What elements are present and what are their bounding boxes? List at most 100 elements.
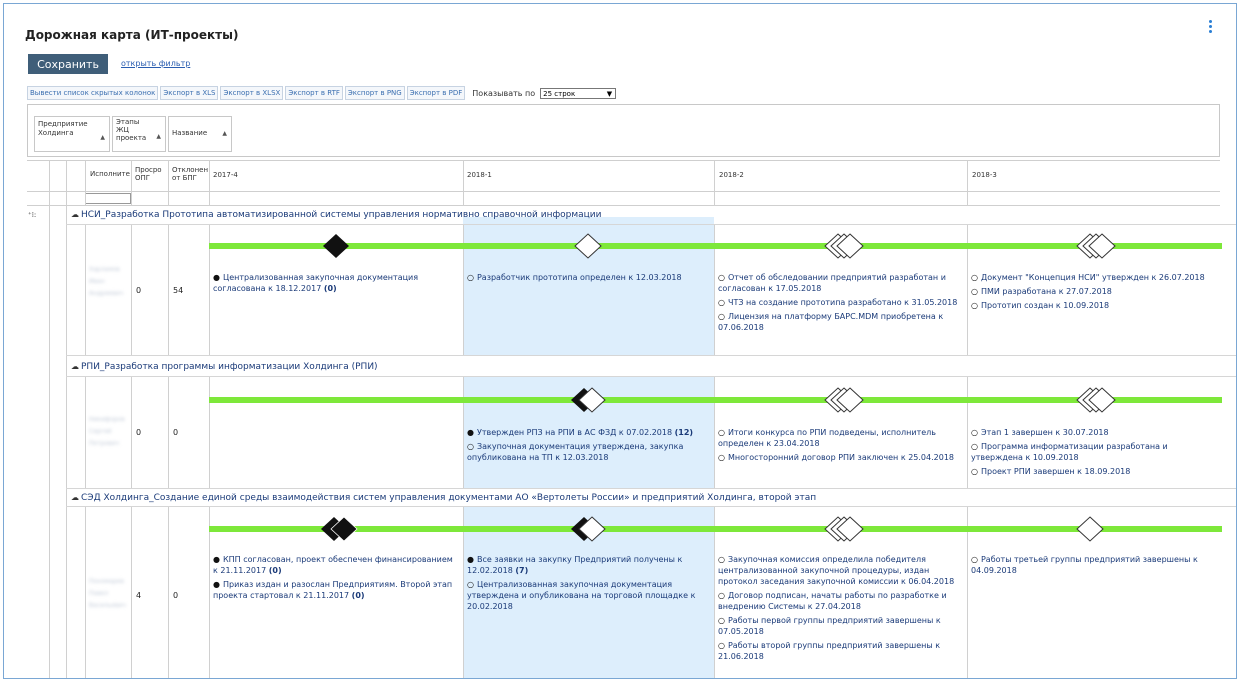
milestone-open-icon: ○ <box>467 580 474 589</box>
group-chip-name[interactable]: Название ▲ <box>168 116 232 152</box>
milestone-item[interactable]: ● Утвержден РПЗ на РПИ в АС ФЗД к 07.02.2… <box>467 427 712 438</box>
milestone-item[interactable]: ○ Работы второй группы предприятий заверш… <box>718 640 963 662</box>
column-header-q-2017-4[interactable]: 2017-4 <box>213 171 238 179</box>
export-png-button[interactable]: Экспорт в PNG <box>344 86 405 100</box>
milestone-item[interactable]: ○ Документ "Концепция НСИ" утвержден к 26… <box>971 272 1216 283</box>
milestone-diamond-group-icon[interactable] <box>824 387 864 413</box>
milestone-text: Централизованная закупочная документация… <box>467 580 696 611</box>
group-expand-icon[interactable]: ⁺⁞: <box>28 211 36 219</box>
grid-line <box>168 160 169 206</box>
milestone-list-q3: ○ Итоги конкурса по РПИ подведены, исполн… <box>718 427 963 466</box>
milestone-item[interactable]: ○ Этап 1 завершен к 30.07.2018 <box>971 427 1216 438</box>
row-separator <box>66 488 1236 489</box>
milestone-item[interactable]: ○ Многосторонний договор РПИ заключен к 2… <box>718 452 963 463</box>
milestone-item[interactable]: ○ Прототип создан к 10.09.2018 <box>971 300 1216 311</box>
milestone-open-icon: ○ <box>971 428 978 437</box>
milestone-item[interactable]: ○ Итоги конкурса по РПИ подведены, исполн… <box>718 427 963 449</box>
column-header-executor[interactable]: Исполните <box>90 170 130 178</box>
milestone-list-q3: ○ Отчет об обследовании предприятий разра… <box>718 272 963 336</box>
milestone-done-icon: ● <box>213 555 220 564</box>
milestone-item[interactable]: ● Централизованная закупочная документаци… <box>213 272 458 294</box>
milestone-item[interactable]: ○ Закупочная комиссия определила победите… <box>718 554 963 587</box>
milestone-text: Закупочная комиссия определила победител… <box>718 555 955 586</box>
more-menu-icon[interactable] <box>1209 18 1212 35</box>
milestone-diamond-icon[interactable] <box>1076 516 1104 542</box>
milestone-diamond-group-icon[interactable] <box>1076 233 1116 259</box>
show-hidden-columns-button[interactable]: Вывести список скрытых колонок <box>27 86 159 100</box>
milestone-list-q1: ● КПП согласован, проект обеспечен финанс… <box>213 554 458 604</box>
milestone-item[interactable]: ○ Централизованная закупочная документаци… <box>467 579 712 612</box>
milestone-text: Документ "Концепция НСИ" утвержден к 26.… <box>980 273 1205 282</box>
milestone-item[interactable]: ○ ПМИ разработана к 27.07.2018 <box>971 286 1216 297</box>
project-title[interactable]: ☁ НСИ_Разработка Прототипа автоматизирова… <box>71 210 602 220</box>
milestone-diamond-group-icon[interactable] <box>570 387 606 413</box>
column-header-q-2018-2[interactable]: 2018-2 <box>719 171 744 179</box>
group-chip-label: проекта <box>116 134 147 142</box>
open-filter-link[interactable]: открыть фильтр <box>121 59 190 68</box>
project-title[interactable]: ☁ РПИ_Разработка программы информатизации… <box>71 362 378 372</box>
milestone-item[interactable]: ○ Проект РПИ завершен к 18.09.2018 <box>971 466 1216 477</box>
executor-filter-input[interactable] <box>85 193 131 204</box>
project-title-text: НСИ_Разработка Прототипа автоматизирован… <box>81 210 602 220</box>
milestone-open-icon: ○ <box>718 428 725 437</box>
milestone-item[interactable]: ○ Работы третьей группы предприятий завер… <box>971 554 1216 576</box>
export-xls-button[interactable]: Экспорт в XLS <box>160 86 219 100</box>
milestone-item[interactable]: ○ Договор подписан, начаты работы по разр… <box>718 590 963 612</box>
grid-line <box>967 160 968 206</box>
milestone-open-icon: ○ <box>718 555 725 564</box>
milestone-item[interactable]: ● КПП согласован, проект обеспечен финанс… <box>213 554 458 576</box>
milestone-text: Приказ издан и разослан Предприятиям. Вт… <box>213 580 453 600</box>
milestone-text: Закупочная документация утверждена, заку… <box>467 442 684 462</box>
milestone-item[interactable]: ○ Отчет об обследовании предприятий разра… <box>718 272 963 294</box>
export-pdf-button[interactable]: Экспорт в PDF <box>406 86 466 100</box>
milestone-diamond-icon[interactable] <box>574 233 602 259</box>
grid-line <box>85 376 86 488</box>
export-toolbar: Вывести список скрытых колонок Экспорт в… <box>27 86 617 100</box>
milestone-open-icon: ○ <box>971 467 978 476</box>
grid-line <box>168 506 169 678</box>
project-group-icon: ☁ <box>71 362 79 371</box>
milestone-item[interactable]: ● Приказ издан и разослан Предприятиям. В… <box>213 579 458 601</box>
milestone-text: Централизованная закупочная документация… <box>213 273 419 293</box>
timeline-bar <box>209 526 1222 532</box>
column-header-overdue-line: ОПГ <box>135 174 151 182</box>
column-header-q-2018-1[interactable]: 2018-1 <box>467 171 492 179</box>
column-header-q-2018-3[interactable]: 2018-3 <box>972 171 997 179</box>
milestone-item[interactable]: ○ Закупочная документация утверждена, зак… <box>467 441 712 463</box>
deviation-value: 54 <box>173 286 184 295</box>
group-chip-label: Название <box>172 129 208 137</box>
export-xlsx-button[interactable]: Экспорт в XLSX <box>220 86 284 100</box>
milestone-open-icon: ○ <box>718 591 725 600</box>
sort-asc-icon: ▲ <box>156 133 161 140</box>
milestone-item[interactable]: ○ Лицензия на платформу БАРС.MDM приобрет… <box>718 311 963 333</box>
milestone-diamond-group-icon[interactable] <box>1076 387 1116 413</box>
save-button[interactable]: Сохранить <box>28 54 108 74</box>
page-size-value: 25 строк <box>543 89 576 98</box>
milestone-diamond-group-icon[interactable] <box>320 516 358 542</box>
column-header-deviation[interactable]: Отклонен от БПГ <box>172 166 208 182</box>
project-title[interactable]: ☁ СЭД Холдинга_Создание единой среды взаи… <box>71 493 816 503</box>
milestone-text: Проект РПИ завершен к 18.09.2018 <box>980 467 1131 476</box>
milestone-diamond-icon[interactable] <box>322 233 350 259</box>
milestone-diamond-group-icon[interactable] <box>824 233 864 259</box>
row-separator <box>66 355 1236 356</box>
milestone-item[interactable]: ● Все заявки на закупку Предприятий получ… <box>467 554 712 576</box>
milestone-list-q2: ● Утвержден РПЗ на РПИ в АС ФЗД к 07.02.2… <box>467 427 712 466</box>
milestone-text: Работы первой группы предприятий заверше… <box>718 616 941 636</box>
group-chip-label: Предприятие <box>38 120 88 128</box>
group-chip-enterprise[interactable]: Предприятие Холдинга ▲ <box>34 116 110 152</box>
grid-line <box>209 376 210 488</box>
milestone-item[interactable]: ○ ЧТЗ на создание прототипа разработано к… <box>718 297 963 308</box>
milestone-item[interactable]: ○ Работы первой группы предприятий заверш… <box>718 615 963 637</box>
grid-line <box>168 376 169 488</box>
milestone-item[interactable]: ○ Разработчик прототипа определен к 12.03… <box>467 272 712 283</box>
milestone-diamond-group-icon[interactable] <box>824 516 864 542</box>
page-size-select[interactable]: 25 строк ▼ <box>540 87 617 99</box>
column-header-overdue[interactable]: Просро ОПГ <box>135 166 162 182</box>
deviation-value: 0 <box>173 428 179 437</box>
milestone-text: Многосторонний договор РПИ заключен к 25… <box>727 453 954 462</box>
group-chip-stages[interactable]: Этапы ЖЦ проекта ▲ <box>112 116 166 152</box>
milestone-diamond-group-icon[interactable] <box>570 516 606 542</box>
export-rtf-button[interactable]: Экспорт в RTF <box>285 86 343 100</box>
milestone-item[interactable]: ○ Программа информатизации разработана и … <box>971 441 1216 463</box>
